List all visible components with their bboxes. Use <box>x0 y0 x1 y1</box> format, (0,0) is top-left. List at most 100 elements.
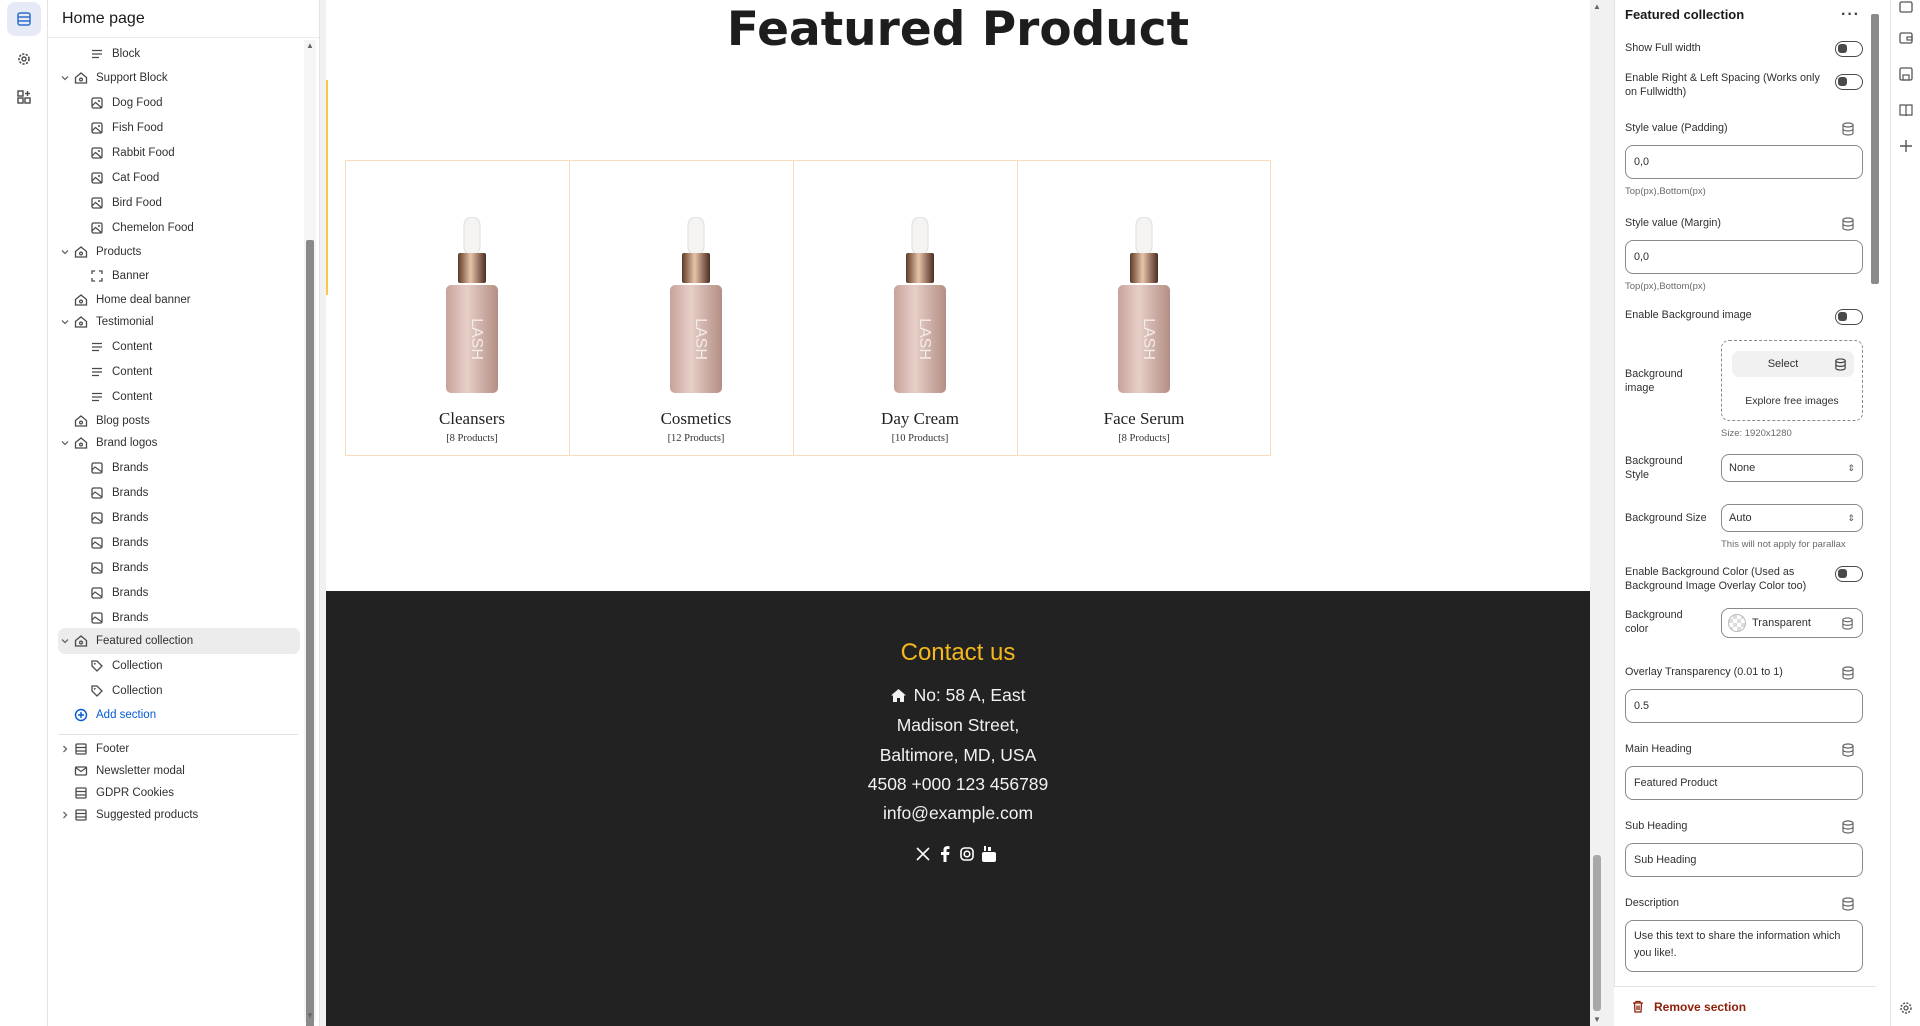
chevron-right-icon[interactable] <box>58 744 72 754</box>
bg-size-select[interactable]: Auto ⇕ <box>1721 504 1863 532</box>
section-icon <box>72 412 90 430</box>
bg-color-label: Background color <box>1625 609 1683 635</box>
dynamic-source-icon <box>1835 357 1846 371</box>
home-icon <box>890 689 906 702</box>
section-icon <box>72 69 90 87</box>
image-block-icon <box>88 119 106 137</box>
more-options-icon[interactable]: ··· <box>1841 6 1860 24</box>
dynamic-source-icon <box>1842 820 1854 834</box>
chevron-right-icon[interactable] <box>58 810 72 820</box>
facebook-icon[interactable] <box>938 846 952 862</box>
bg-color-toggle[interactable] <box>1835 566 1863 582</box>
description-textarea[interactable]: Use this text to share the information w… <box>1625 920 1863 972</box>
chevron-down-icon[interactable] <box>58 247 72 257</box>
image-icon <box>88 509 106 527</box>
collection-name[interactable]: Cleansers <box>346 409 598 429</box>
svg-text:LASH: LASH <box>468 318 485 360</box>
app-block-icon[interactable] <box>1898 0 1914 16</box>
collection-name[interactable]: Day Cream <box>794 409 1046 429</box>
product-card[interactable]: LASH Cleansers [8 Products] <box>345 160 599 456</box>
plus-icon[interactable] <box>1898 138 1914 154</box>
tree-item[interactable]: Collection <box>58 678 300 704</box>
tree-item[interactable]: Bird Food <box>58 190 300 216</box>
tree-item[interactable]: Fish Food <box>58 115 300 141</box>
spacing-toggle[interactable] <box>1835 74 1863 90</box>
sub-heading-input[interactable]: Sub Heading <box>1625 843 1863 877</box>
image-icon <box>88 584 106 602</box>
tree-item[interactable]: Content <box>58 384 300 410</box>
bg-style-select[interactable]: None ⇕ <box>1721 454 1863 482</box>
tree-item-label: Rabbit Food <box>112 147 175 159</box>
chevron-down-icon[interactable] <box>58 317 72 327</box>
select-image-button[interactable]: Select <box>1732 351 1854 377</box>
bg-color-toggle-label: Enable Background Color (Used as Backgro… <box>1625 566 1807 592</box>
tree-item-label: Banner <box>112 270 150 282</box>
book-icon[interactable] <box>1898 102 1914 118</box>
tree-item[interactable]: Brand logos <box>58 430 300 456</box>
tree-item[interactable]: Suggested products <box>58 802 300 828</box>
tree-item[interactable]: Featured collection <box>58 628 300 654</box>
mail-icon <box>72 762 90 780</box>
product-card[interactable]: LASH Face Serum [8 Products] <box>1017 160 1271 456</box>
add-section-button[interactable]: Add section <box>58 702 300 728</box>
sections-scrollbar[interactable]: ▲ ▼ <box>304 40 316 1026</box>
tree-item[interactable]: Block <box>58 41 300 67</box>
tree-divider <box>58 734 298 735</box>
chevron-down-icon[interactable] <box>58 73 72 83</box>
product-count: [10 Products] <box>891 433 949 444</box>
image-icon <box>88 609 106 627</box>
show-full-width-toggle[interactable] <box>1835 41 1863 57</box>
gear-icon[interactable] <box>1898 1000 1914 1016</box>
x-icon[interactable] <box>916 846 930 862</box>
settings-scrollbar[interactable] <box>1870 0 1880 980</box>
collection-name[interactable]: Face Serum <box>1018 409 1270 429</box>
sections-icon[interactable] <box>7 2 41 36</box>
tree-item-label: Testimonial <box>96 316 154 328</box>
tree-item-label: Home deal banner <box>96 294 191 306</box>
tree-item-label: Brands <box>112 537 149 549</box>
wallet-icon[interactable] <box>1898 30 1914 46</box>
margin-input[interactable]: 0,0 <box>1625 240 1863 274</box>
chevron-down-icon[interactable] <box>58 438 72 448</box>
remove-section-button[interactable]: Remove section <box>1614 986 1876 1026</box>
bg-color-picker[interactable]: Transparent <box>1721 608 1863 638</box>
tree-item[interactable]: Brands <box>58 580 300 606</box>
tree-item[interactable]: Brands <box>58 480 300 506</box>
tree-item[interactable]: Rabbit Food <box>58 140 300 166</box>
tree-item[interactable]: Collection <box>58 653 300 679</box>
main-heading-input[interactable]: Featured Product <box>1625 766 1863 800</box>
tree-item[interactable]: Banner <box>58 263 300 289</box>
apps-icon[interactable] <box>7 80 41 114</box>
canvas-scrollbar[interactable]: ▲ ▼ <box>1590 0 1604 1026</box>
settings-title: Featured collection <box>1625 7 1745 22</box>
youtube-icon[interactable] <box>982 846 996 862</box>
contact-footer: Contact us No: 58 A, East Madison Street… <box>326 591 1590 1026</box>
product-card[interactable]: LASH Day Cream [10 Products] <box>793 160 1047 456</box>
tree-item[interactable]: Content <box>58 359 300 385</box>
tree-item[interactable]: Cat Food <box>58 165 300 191</box>
tree-item[interactable]: Brands <box>58 555 300 581</box>
bg-style-label: Background Style <box>1625 455 1683 481</box>
product-card[interactable]: LASH Cosmetics [12 Products] <box>569 160 823 456</box>
bg-image-toggle[interactable] <box>1835 309 1863 325</box>
image-icon <box>88 559 106 577</box>
explore-free-images-link[interactable]: Explore free images <box>1722 395 1862 407</box>
tree-item-label: GDPR Cookies <box>96 787 174 799</box>
tree-item[interactable]: Brands <box>58 530 300 556</box>
tree-item[interactable]: Products <box>58 239 300 265</box>
tree-item[interactable]: Dog Food <box>58 90 300 116</box>
save-icon[interactable] <box>1898 66 1914 82</box>
settings-gear-icon[interactable] <box>7 42 41 76</box>
padding-input[interactable]: 0,0 <box>1625 145 1863 179</box>
updown-icon: ⇕ <box>1847 512 1855 523</box>
tree-item[interactable]: Brands <box>58 455 300 481</box>
tree-item[interactable]: Chemelon Food <box>58 215 300 241</box>
overlay-input[interactable]: 0.5 <box>1625 689 1863 723</box>
tree-item[interactable]: Brands <box>58 505 300 531</box>
instagram-icon[interactable] <box>960 846 974 862</box>
chevron-down-icon[interactable] <box>58 636 72 646</box>
tree-item[interactable]: Support Block <box>58 65 300 91</box>
tree-item[interactable]: Content <box>58 334 300 360</box>
collection-name[interactable]: Cosmetics <box>570 409 822 429</box>
tree-item[interactable]: Testimonial <box>58 309 300 335</box>
